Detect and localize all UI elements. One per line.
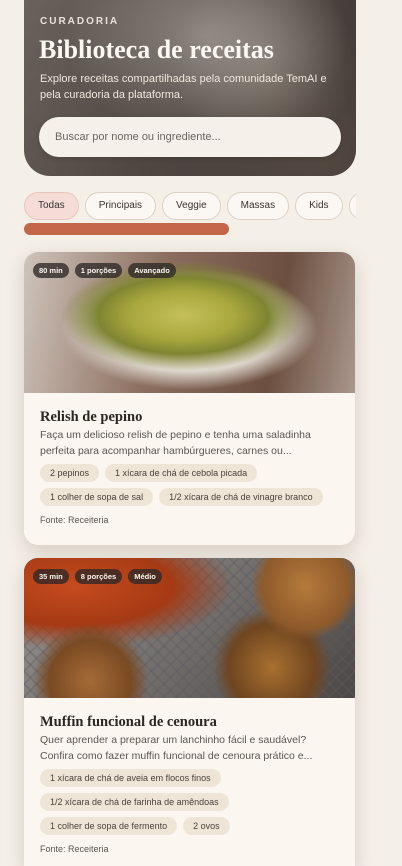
ingredient-tag: 2 ovos: [183, 817, 230, 835]
category-filter-bar: Todas Principais Veggie Massas Kids: [24, 192, 356, 220]
ingredient-tags: 2 pepinos 1 xícara de chá de cebola pica…: [40, 464, 340, 506]
recipe-badges: 80 min 1 porções Avançado: [33, 263, 176, 278]
ingredient-tag: 1 colher de sopa de fermento: [40, 817, 178, 835]
filter-chip-veggie[interactable]: Veggie: [162, 192, 221, 220]
recipe-image: 80 min 1 porções Avançado: [24, 252, 355, 393]
time-badge: 35 min: [33, 569, 69, 584]
recipe-badges: 35 min 8 porções Médio: [33, 569, 162, 584]
recipe-card-body: Muffin funcional de cenoura Quer aprende…: [24, 698, 355, 854]
recipe-image: 35 min 8 porções Médio: [24, 558, 355, 698]
filter-chip-kids[interactable]: Kids: [295, 192, 343, 220]
page-title: Biblioteca de receitas: [39, 35, 274, 64]
recipe-source: Fonte: Receiteria: [40, 844, 109, 854]
difficulty-badge: Avançado: [128, 263, 176, 278]
recipe-title: Muffin funcional de cenoura: [40, 714, 217, 730]
filter-scrollbar[interactable]: [24, 223, 229, 235]
ingredient-tag: 1/2 xícara de chá de farinha de amêndoas: [40, 793, 229, 811]
filter-chip-massas[interactable]: Massas: [226, 192, 290, 220]
time-badge: 80 min: [33, 263, 69, 278]
portions-badge: 8 porções: [74, 569, 123, 584]
recipe-card[interactable]: 80 min 1 porções Avançado Relish de pepi…: [24, 252, 355, 545]
difficulty-badge: Médio: [128, 569, 162, 584]
recipe-card[interactable]: 35 min 8 porções Médio Muffin funcional …: [24, 558, 355, 866]
search-input[interactable]: [39, 117, 341, 157]
ingredient-tag: 1/2 xícara de chá de vinagre branco: [159, 488, 323, 506]
ingredient-tag: 1 xícara de chá de aveia em flocos finos: [40, 769, 221, 787]
ingredient-tags: 1 xícara de chá de aveia em flocos finos…: [40, 769, 340, 835]
filter-chip-principais[interactable]: Principais: [84, 192, 157, 220]
hero-banner: CURADORIA Biblioteca de receitas Explore…: [24, 0, 356, 176]
recipe-description: Quer aprender a preparar um lanchinho fá…: [40, 734, 313, 762]
recipe-card-body: Relish de pepino Faça um delicioso relis…: [24, 393, 355, 525]
filter-chip-todas[interactable]: Todas: [24, 192, 79, 220]
recipe-description: Faça um delicioso relish de pepino e ten…: [40, 429, 311, 457]
recipe-title: Relish de pepino: [40, 409, 143, 425]
ingredient-tag: 1 xícara de chá de cebola picada: [105, 464, 258, 482]
ingredient-tag: 1 colher de sopa de sal: [40, 488, 154, 506]
ingredient-tag: 2 pepinos: [40, 464, 100, 482]
filter-chip-more[interactable]: [348, 192, 356, 220]
recipe-source: Fonte: Receiteria: [40, 515, 109, 525]
portions-badge: 1 porções: [74, 263, 123, 278]
hero-subtitle: Explore receitas compartilhadas pela com…: [40, 73, 327, 101]
hero-eyebrow: CURADORIA: [40, 16, 120, 27]
recipe-library-page: CURADORIA Biblioteca de receitas Explore…: [24, 0, 382, 866]
